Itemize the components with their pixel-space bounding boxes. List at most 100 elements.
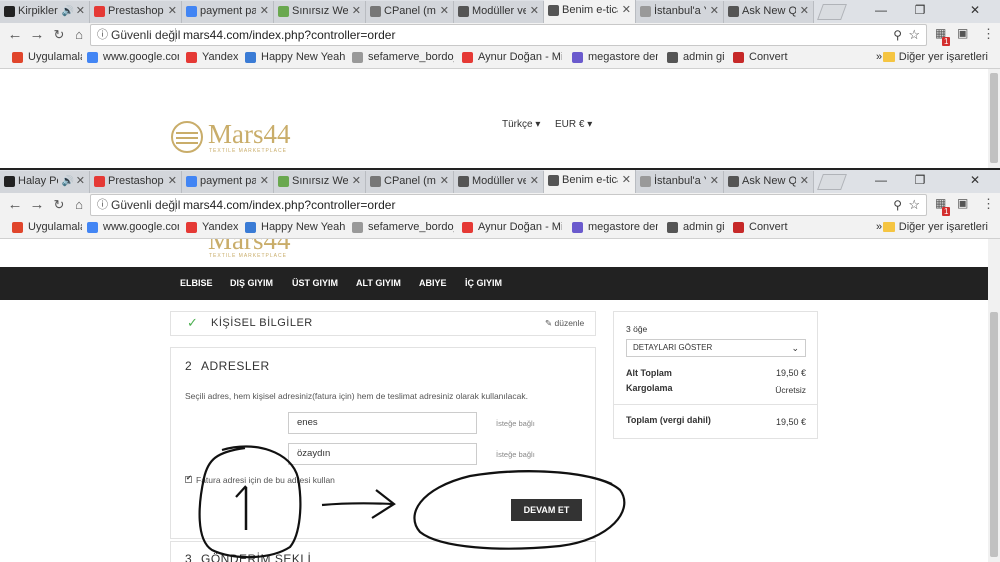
speaker-icon[interactable]: 🔊: [62, 1, 74, 22]
reload-icon[interactable]: ↻: [50, 25, 68, 45]
bookmark-item[interactable]: admin giriş: [667, 217, 725, 238]
forward-icon[interactable]: →: [28, 25, 46, 45]
same-invoice-checkbox[interactable]: ✔: [185, 475, 192, 483]
bookmark-item[interactable]: Aynur Doğan - Min D: [462, 47, 562, 68]
language-selector[interactable]: Türkçe ▾: [502, 119, 540, 130]
bookmark-item[interactable]: Aynur Doğan - Min D: [462, 217, 562, 238]
speaker-icon[interactable]: 🔊: [62, 171, 74, 192]
tab-close-icon[interactable]: ✕: [710, 171, 719, 192]
close-window-icon[interactable]: ✕: [960, 170, 990, 190]
browser-tab[interactable]: Ask New Qu ✕: [724, 171, 814, 193]
menu-item-dis-giyim[interactable]: DIŞ GIYIM: [230, 267, 273, 300]
browser-tab[interactable]: Modüller ve ✕: [454, 1, 544, 23]
menu-item-ust-giyim[interactable]: ÜST GIYIM: [292, 267, 338, 300]
bookmark-item[interactable]: Convert: [733, 217, 788, 238]
maximize-icon[interactable]: ❐: [905, 0, 935, 20]
extension-icon-2[interactable]: ▣: [957, 196, 968, 210]
info-icon[interactable]: ⓘ: [97, 195, 108, 215]
zoom-icon[interactable]: ⚲: [893, 25, 902, 45]
url-text[interactable]: mars44.com/index.php?controller=order: [183, 25, 395, 45]
tab-close-icon[interactable]: ✕: [440, 1, 449, 22]
browser-tab[interactable]: İstanbul'a Ye ✕: [636, 171, 724, 193]
url-text[interactable]: mars44.com/index.php?controller=order: [183, 195, 395, 215]
tab-close-icon[interactable]: ✕: [440, 171, 449, 192]
tab-close-icon[interactable]: ✕: [168, 171, 177, 192]
browser-tab[interactable]: CPanel (mav ✕: [366, 171, 454, 193]
tab-close-icon[interactable]: ✕: [800, 1, 809, 22]
tab-close-icon[interactable]: ✕: [168, 1, 177, 22]
browser-tab[interactable]: CPanel (mav ✕: [366, 1, 454, 23]
tab-close-icon[interactable]: ✕: [352, 1, 361, 22]
menu-item-elbise[interactable]: ELBISE: [180, 267, 213, 300]
bookmark-item[interactable]: Yandex: [186, 47, 238, 68]
browser-tab[interactable]: Sınırsız Web ✕: [274, 1, 366, 23]
bookmark-item[interactable]: sefamerve_bordo_tur: [352, 47, 454, 68]
tab-close-icon[interactable]: ✕: [76, 171, 85, 192]
bookmark-item[interactable]: Yandex: [186, 217, 238, 238]
back-icon[interactable]: ←: [6, 25, 24, 45]
menu-icon[interactable]: ⋮: [982, 196, 995, 212]
continue-button[interactable]: DEVAM ET: [511, 499, 582, 521]
bookmark-item[interactable]: Happy New Yeah 201: [245, 217, 345, 238]
more-bookmarks-icon[interactable]: »: [876, 47, 882, 68]
bookmark-item[interactable]: megastore demo: [572, 217, 658, 238]
tab-close-icon[interactable]: ✕: [622, 0, 631, 21]
scrollbar[interactable]: [988, 69, 1000, 170]
menu-icon[interactable]: ⋮: [982, 26, 995, 42]
first-name-field[interactable]: enes: [288, 412, 477, 434]
close-window-icon[interactable]: ✕: [960, 0, 990, 20]
browser-tab[interactable]: Modüller ve ✕: [454, 171, 544, 193]
minimize-icon[interactable]: —: [866, 0, 896, 20]
tab-close-icon[interactable]: ✕: [260, 1, 269, 22]
zoom-icon[interactable]: ⚲: [893, 195, 902, 215]
tab-close-icon[interactable]: ✕: [622, 170, 631, 191]
new-tab-button[interactable]: [817, 174, 847, 190]
bookmark-star-icon[interactable]: ☆: [908, 25, 920, 45]
forward-icon[interactable]: →: [28, 195, 46, 215]
tab-close-icon[interactable]: ✕: [76, 1, 85, 22]
other-bookmarks[interactable]: Diğer yer işaretleri: [882, 47, 988, 68]
scrollbar-thumb[interactable]: [990, 73, 998, 163]
minimize-icon[interactable]: —: [866, 170, 896, 190]
last-name-field[interactable]: özaydın: [288, 443, 477, 465]
browser-tab[interactable]: Benim e-tica ✕: [544, 170, 636, 193]
tab-close-icon[interactable]: ✕: [352, 171, 361, 192]
info-icon[interactable]: ⓘ: [97, 25, 108, 45]
menu-item-alt-giyim[interactable]: ALT GIYIM: [356, 267, 401, 300]
bookmark-item[interactable]: Convert: [733, 47, 788, 68]
back-icon[interactable]: ←: [6, 195, 24, 215]
scrollbar-thumb[interactable]: [990, 312, 998, 557]
other-bookmarks[interactable]: Diğer yer işaretleri: [882, 217, 988, 238]
browser-tab[interactable]: Benim e-tica ✕: [544, 0, 636, 23]
address-bar[interactable]: ⓘ Güvenli değil mars44.com/index.php?con…: [90, 24, 927, 46]
bookmark-item[interactable]: Uygulamalar: [12, 217, 82, 238]
bookmark-item[interactable]: megastore demo: [572, 47, 658, 68]
browser-tab[interactable]: Sınırsız Web ✕: [274, 171, 366, 193]
extension-icon-2[interactable]: ▣: [957, 26, 968, 40]
browser-tab[interactable]: İstanbul'a Ye ✕: [636, 1, 724, 23]
bookmark-item[interactable]: admin giriş: [667, 47, 725, 68]
browser-tab[interactable]: Prestashop ✕: [90, 171, 182, 193]
browser-tab[interactable]: Prestashop ✕: [90, 1, 182, 23]
browser-tab[interactable]: Ask New Qu ✕: [724, 1, 814, 23]
address-bar[interactable]: ⓘ Güvenli değil mars44.com/index.php?con…: [90, 194, 927, 216]
menu-item-abiye[interactable]: ABIYE: [419, 267, 447, 300]
tab-close-icon[interactable]: ✕: [800, 171, 809, 192]
bookmark-star-icon[interactable]: ☆: [908, 195, 920, 215]
browser-tab[interactable]: Kirpikler 🔊 ✕: [0, 1, 90, 23]
browser-tab[interactable]: Halay Po 🔊✕: [0, 171, 90, 193]
home-icon[interactable]: ⌂: [70, 195, 88, 215]
browser-tab[interactable]: payment pa ✕: [182, 1, 274, 23]
maximize-icon[interactable]: ❐: [905, 170, 935, 190]
currency-selector[interactable]: EUR € ▾: [555, 119, 592, 130]
new-tab-button[interactable]: [817, 4, 847, 20]
bookmark-item[interactable]: sefamerve_bordo_tur: [352, 217, 454, 238]
reload-icon[interactable]: ↻: [50, 195, 68, 215]
show-details-dropdown[interactable]: DETAYLARI GÖSTER ⌄: [626, 339, 806, 357]
site-logo[interactable]: Mars44 TEXTILE MARKETPLACE: [171, 119, 321, 161]
bookmark-item[interactable]: www.google.com.tr: [87, 47, 179, 68]
tab-close-icon[interactable]: ✕: [530, 1, 539, 22]
bookmark-item[interactable]: www.google.com.tr: [87, 217, 179, 238]
scrollbar[interactable]: [988, 239, 1000, 562]
more-bookmarks-icon[interactable]: »: [876, 217, 882, 238]
